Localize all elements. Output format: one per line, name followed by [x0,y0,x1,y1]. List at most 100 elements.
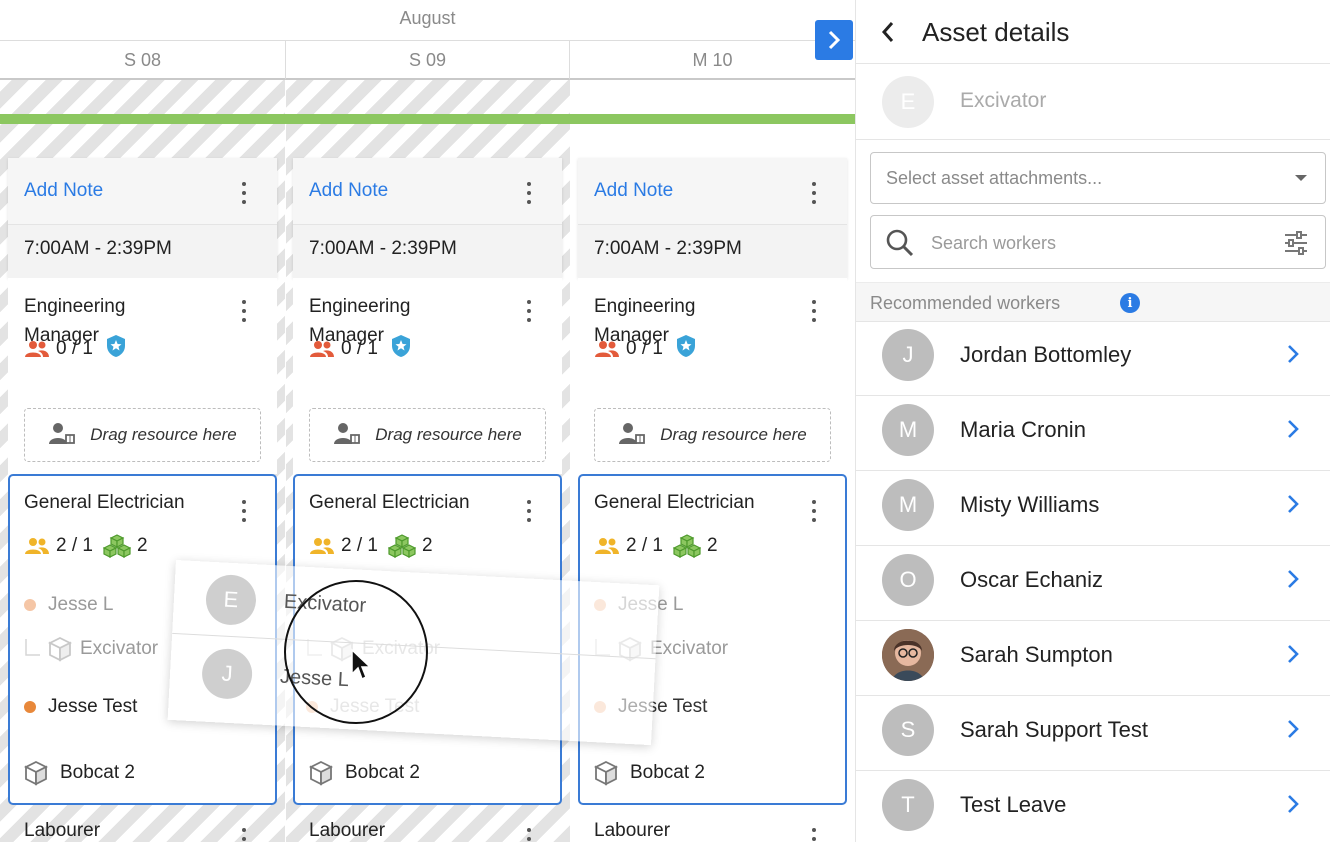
role-count-text: 0 / 1 [341,338,378,359]
assets-cubes-icon [102,534,131,558]
role-staffing-count: 2 / 1 2 [309,534,433,558]
role-count-text: 0 / 1 [626,338,663,359]
assets-cubes-icon [672,534,701,558]
chevron-right-icon[interactable] [1286,718,1300,740]
worker-search-field [870,215,1326,269]
people-icon [25,341,49,357]
drag-resource-dropzone[interactable]: Drag resource here [309,408,546,462]
worker-avatar: J [882,329,934,381]
worker-name: Test Leave [960,792,1067,817]
role-title-labourer[interactable]: Labourer [309,820,385,842]
role-menu-kebab-icon[interactable] [526,500,532,522]
asset-box-icon [24,760,48,786]
role-title-labourer[interactable]: Labourer [594,820,670,842]
chevron-right-icon [828,30,841,50]
shift-menu-kebab-icon[interactable] [241,182,247,204]
assigned-worker-2[interactable]: Jesse Test [24,696,137,718]
certified-shield-icon [676,335,695,357]
worker-avatar: M [882,479,934,531]
chevron-right-icon[interactable] [1286,343,1300,365]
assigned-asset-2[interactable]: Bobcat 2 [594,760,705,786]
asset-box-icon [48,636,72,662]
add-note-link[interactable]: Add Note [24,180,103,202]
role-menu-kebab-icon[interactable] [811,500,817,522]
shift-time: 7:00AM - 2:39PM [24,238,172,259]
add-note-link[interactable]: Add Note [594,180,673,202]
chevron-right-icon[interactable] [1286,493,1300,515]
panel-title: Asset details [922,17,1070,47]
worker-list-item[interactable]: S Sarah Support Test [856,696,1330,771]
drag-resource-label: Drag resource here [375,425,522,444]
shift-header-card: Add Note 7:00AM - 2:39PM [293,158,562,278]
worker-list-item[interactable]: M Maria Cronin [856,396,1330,471]
role-title-labourer[interactable]: Labourer [24,820,100,842]
asset-attachments-select[interactable]: Select asset attachments... [870,152,1326,204]
drag-person-icon [49,423,76,444]
panel-header: Asset details [856,0,1330,64]
worker-name: Sarah Support Test [960,717,1148,742]
asset-name: Bobcat 2 [345,762,420,783]
chevron-right-icon[interactable] [1286,418,1300,440]
day-header-3[interactable]: M 10 [570,40,855,80]
worker-name: Jordan Bottomley [960,342,1132,367]
worker-name: Sarah Sumpton [960,642,1113,667]
asset-name: Bobcat 2 [630,762,705,783]
role-staffing-count: 0 / 1 [309,334,412,364]
worker-list-item[interactable]: T Test Leave [856,771,1330,842]
shift-header-card: Add Note 7:00AM - 2:39PM [8,158,277,278]
day-header-1[interactable]: S 08 [0,40,286,80]
add-note-link[interactable]: Add Note [309,180,388,202]
role-menu-kebab-icon[interactable] [811,300,817,322]
asset-name: Excivator [80,638,159,659]
search-icon [886,229,914,257]
role-menu-kebab-icon[interactable] [241,500,247,522]
next-days-button[interactable] [815,20,853,60]
role-menu-kebab-icon[interactable] [526,828,532,842]
assigned-asset-2[interactable]: Bobcat 2 [24,760,135,786]
worker-list-item[interactable]: O Oscar Echaniz [856,546,1330,621]
role-menu-kebab-icon[interactable] [526,300,532,322]
worker-avatar: O [882,554,934,606]
worker-avatar: M [882,404,934,456]
role-staffing-count: 2 / 1 2 [594,534,718,558]
certified-shield-icon [391,335,410,357]
drag-person-icon [334,423,361,444]
drag-person-icon [619,423,646,444]
role-menu-kebab-icon[interactable] [241,828,247,842]
asset-box-icon [309,760,333,786]
assigned-asset-2[interactable]: Bobcat 2 [309,760,420,786]
shift-menu-kebab-icon[interactable] [811,182,817,204]
worker-name: Oscar Echaniz [960,567,1104,592]
mouse-cursor-icon [351,648,372,681]
people-icon [310,341,334,357]
attachments-placeholder: Select asset attachments... [886,168,1103,188]
chevron-right-icon[interactable] [1286,643,1300,665]
shift-bar [0,114,855,124]
filter-sliders-icon[interactable] [1283,230,1309,256]
drag-resource-dropzone[interactable]: Drag resource here [24,408,261,462]
drag-resource-dropzone[interactable]: Drag resource here [594,408,831,462]
shift-menu-kebab-icon[interactable] [526,182,532,204]
role-menu-kebab-icon[interactable] [811,828,817,842]
worker-list-item[interactable]: Sarah Sumpton [856,621,1330,696]
worker-list-item[interactable]: J Jordan Bottomley [856,321,1330,396]
worker-list-item[interactable]: M Misty Williams [856,471,1330,546]
role-menu-kebab-icon[interactable] [241,300,247,322]
chevron-right-icon[interactable] [1286,793,1300,815]
role-staffing-count: 0 / 1 [594,334,697,364]
chevron-right-icon[interactable] [1286,568,1300,590]
dropdown-caret-icon [1295,175,1307,181]
day-header-2[interactable]: S 09 [286,40,570,80]
people-icon [310,538,334,554]
back-arrow-icon[interactable] [880,20,896,44]
assigned-attachment-1[interactable]: Excivator [24,636,158,662]
asset-box-icon [594,760,618,786]
people-icon [595,341,619,357]
search-input[interactable] [931,228,1261,258]
info-icon[interactable]: i [1120,293,1140,313]
asset-count-text: 2 [421,535,433,556]
shift-time: 7:00AM - 2:39PM [309,238,457,259]
app-stage: August S 08 S 09 M 10 Add Note 7:00AM - … [0,0,1330,842]
assigned-worker-1[interactable]: Jesse L [24,594,113,616]
role-title: General Electrician [309,492,470,513]
